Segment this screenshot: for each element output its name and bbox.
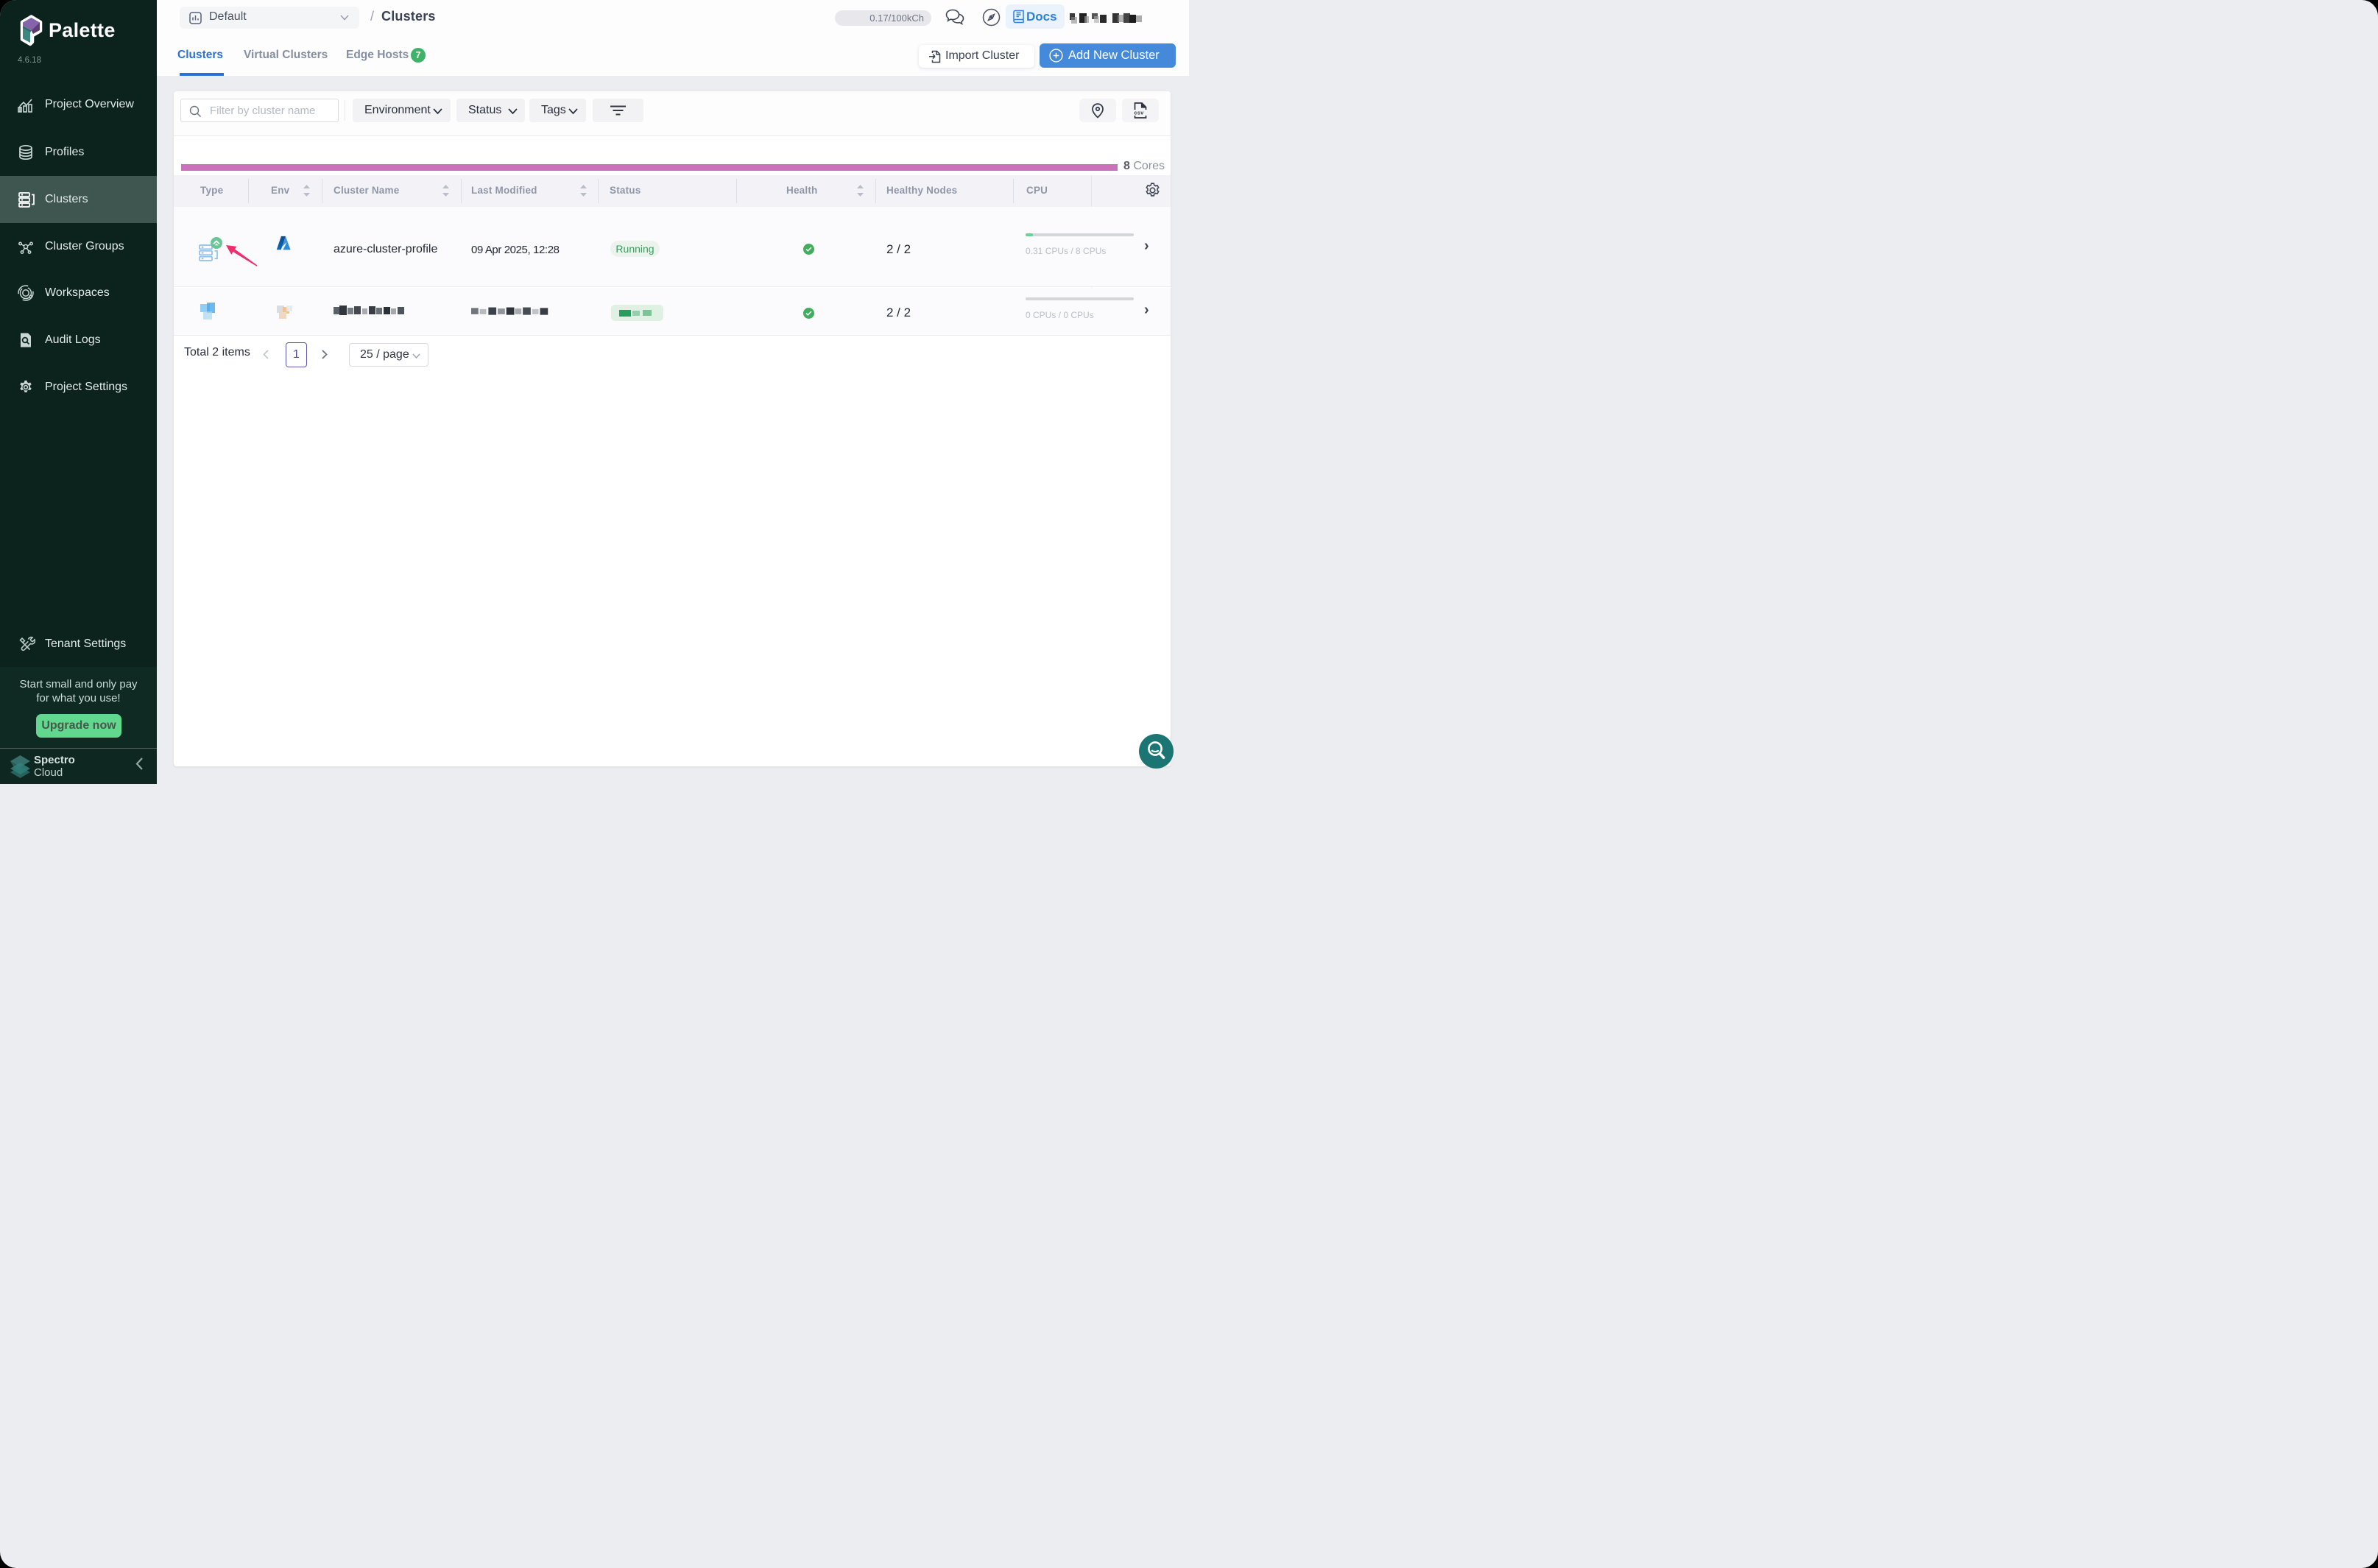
svg-text:csv: csv xyxy=(1135,110,1144,116)
